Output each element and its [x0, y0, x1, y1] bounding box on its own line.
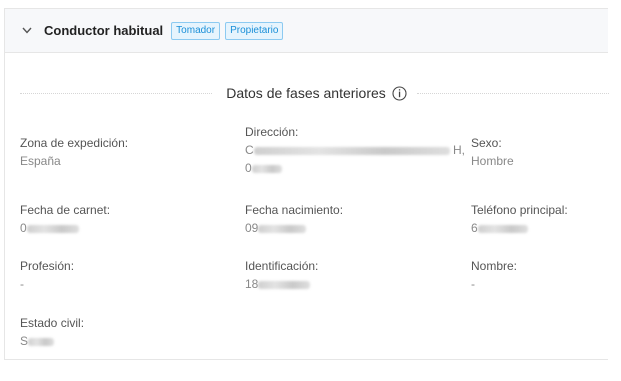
section-title-text: Datos de fases anteriores — [226, 85, 386, 101]
field-value: S — [20, 334, 84, 348]
redacted-value — [477, 224, 528, 233]
field-label: Nombre: — [471, 259, 518, 273]
field-value: Hombre — [471, 154, 514, 168]
value-visible-part: 09 — [245, 221, 259, 235]
field-value: 18 — [245, 277, 318, 291]
redacted-value — [253, 146, 450, 155]
value-visible-part: H, — [453, 143, 466, 157]
field-label: Zona de expedición: — [20, 136, 129, 150]
chevron-down-icon[interactable] — [20, 24, 34, 38]
field-label: Sexo: — [471, 136, 502, 150]
field-identificacion: Identificación: 18 — [245, 259, 318, 291]
field-value: 0 — [20, 221, 110, 235]
value-visible-part: 0 — [20, 221, 27, 235]
redacted-value — [258, 224, 307, 233]
field-label: Estado civil: — [20, 316, 85, 330]
field-fecha-carnet: Fecha de carnet: 0 — [20, 203, 110, 235]
value-visible-part: 6 — [471, 221, 478, 235]
redacted-value — [251, 164, 282, 173]
field-fecha-nacimiento: Fecha nacimiento: 09 — [245, 203, 343, 235]
field-sexo: Sexo: Hombre — [471, 136, 514, 168]
field-label: Profesión: — [20, 259, 75, 273]
tag-propietario[interactable]: Propietario — [225, 21, 284, 40]
info-circle-icon[interactable] — [392, 85, 407, 101]
field-estado-civil: Estado civil: S — [20, 316, 84, 348]
field-value-line2: 0 — [245, 161, 465, 175]
divider-line-right — [416, 92, 609, 94]
field-value: España — [20, 154, 61, 168]
redacted-value — [28, 337, 55, 346]
value-visible-part: 0 — [245, 161, 252, 175]
field-value: 09 — [245, 221, 343, 235]
field-label: Dirección: — [245, 125, 299, 139]
value-visible-part: C — [245, 143, 254, 157]
conductor-habitual-panel: Conductor habitual Tomador Propietario D… — [4, 8, 609, 360]
field-label: Identificación: — [245, 259, 319, 273]
panel-title: Conductor habitual — [44, 23, 164, 38]
field-label: Teléfono principal: — [471, 203, 568, 217]
field-value: - — [471, 277, 475, 291]
redacted-value — [26, 224, 79, 233]
value-visible-part: S — [20, 334, 29, 348]
field-label: Fecha nacimiento: — [245, 203, 344, 217]
panel-header[interactable]: Conductor habitual Tomador Propietario — [5, 9, 608, 53]
field-telefono-principal: Teléfono principal: 6 — [471, 203, 568, 235]
field-profesion: Profesión: - — [20, 259, 74, 291]
divider-line-left — [20, 92, 213, 94]
value-visible-part: 18 — [245, 277, 259, 291]
field-label: Fecha de carnet: — [20, 203, 111, 217]
section-divider: Datos de fases anteriores — [5, 81, 609, 105]
field-value: 6 — [471, 221, 568, 235]
field-nombre: Nombre: - — [471, 259, 517, 291]
field-zona-expedicion: Zona de expedición: España — [20, 136, 128, 168]
tag-tomador[interactable]: Tomador — [171, 21, 221, 40]
field-value: - — [20, 277, 24, 291]
section-title: Datos de fases anteriores — [226, 85, 407, 101]
field-value: C H, — [245, 143, 465, 157]
field-direccion: Dirección: C H, 0 — [245, 125, 465, 175]
redacted-value — [258, 280, 311, 289]
